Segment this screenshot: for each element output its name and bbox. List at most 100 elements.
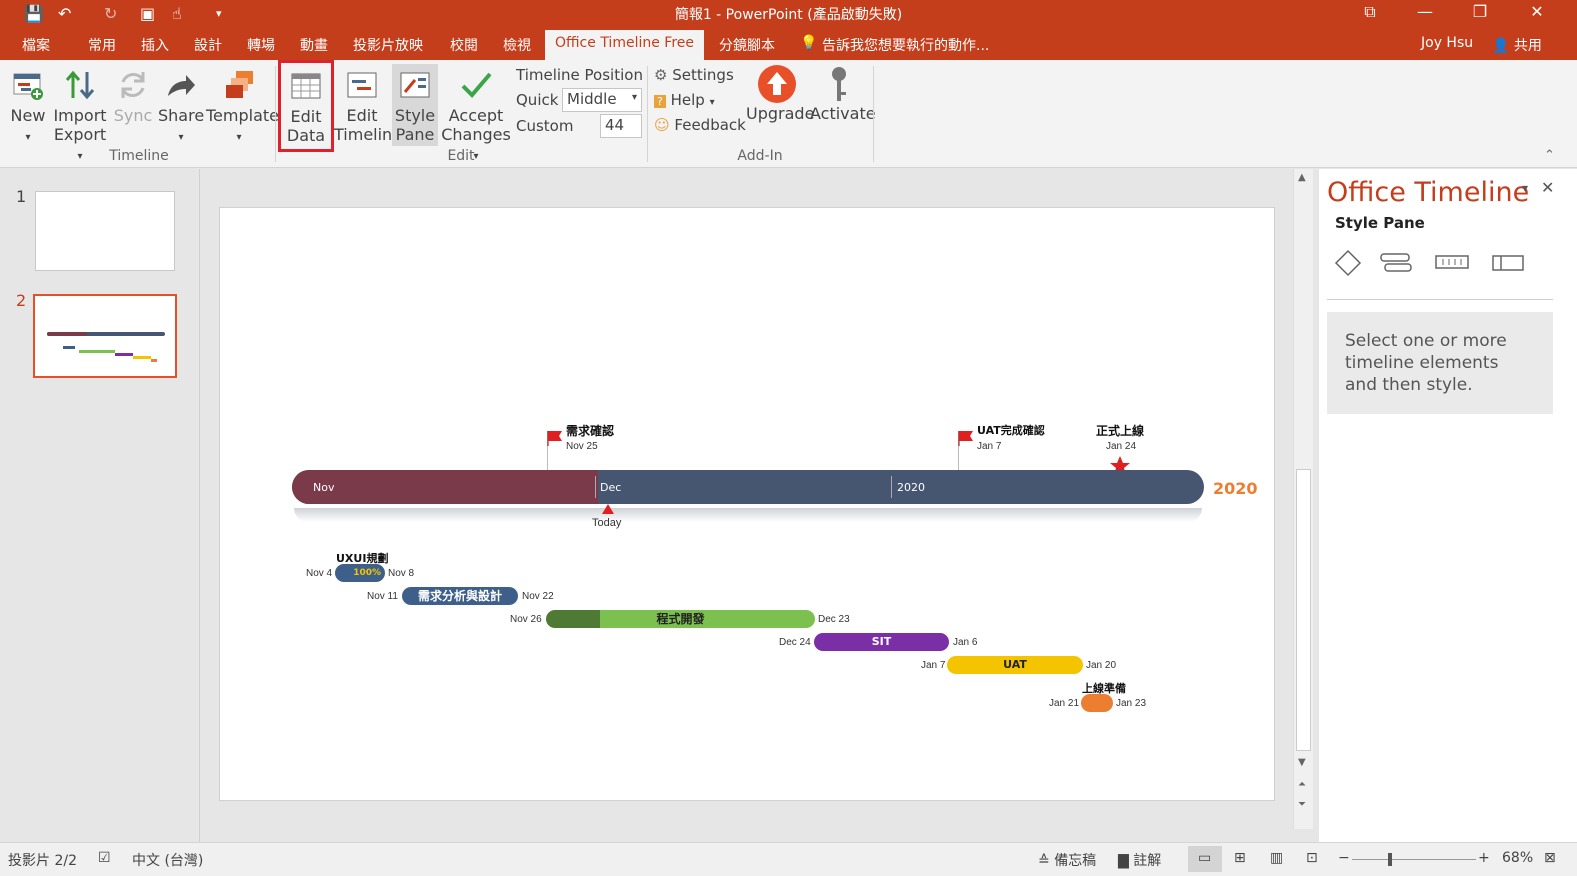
thumbnail-task (79, 350, 115, 353)
slide-number: 1 (16, 187, 27, 206)
task-style-icon[interactable] (1379, 251, 1413, 275)
milestone-title[interactable]: 需求確認 (566, 422, 614, 439)
tab-animations[interactable]: 動畫 (300, 35, 328, 55)
milestone-date: Jan 24 (1106, 441, 1137, 452)
ribbon-tab-bar: 檔案 常用 插入 設計 轉場 動畫 投影片放映 校閱 檢視 Office Tim… (0, 30, 1577, 60)
timeband-style-icon[interactable] (1434, 253, 1470, 273)
notes-button[interactable]: ≙ 備忘稿 (1038, 850, 1096, 870)
edit-timeline-label-1: Edit (346, 106, 378, 125)
template-button[interactable]: Template ▾ (206, 68, 279, 147)
person-icon: 👤 (1492, 38, 1510, 54)
close-icon[interactable]: ✕ (1517, 2, 1557, 21)
month-label: Nov (313, 481, 335, 494)
edit-data-label-1: Edit (290, 107, 322, 126)
task-bar[interactable]: SIT (814, 633, 949, 651)
tell-me-box[interactable]: 告訴我您想要執行的動作... (822, 35, 989, 55)
milestone-title[interactable]: 正式上線 (1096, 422, 1144, 439)
slide-thumbnail-2[interactable] (33, 294, 177, 378)
tab-storyboard[interactable]: 分鏡腳本 (719, 35, 775, 55)
slide-number: 2 (16, 291, 27, 310)
thumbnail-timeline-past (47, 332, 87, 336)
tab-file[interactable]: 檔案 (22, 35, 50, 55)
minimize-icon[interactable]: — (1405, 2, 1445, 21)
task-bar[interactable]: 程式開發 (546, 610, 815, 628)
style-pane-icon (400, 72, 430, 98)
previous-slide-icon[interactable]: ⏶ (1298, 779, 1306, 790)
pane-close-icon[interactable]: ✕ (1541, 178, 1554, 197)
vertical-scrollbar[interactable]: ▲ ▼ ⏶ ⏷ (1293, 169, 1313, 829)
sync-button[interactable]: Sync (110, 68, 156, 125)
ribbon-display-icon[interactable]: ⧉ (1350, 2, 1390, 22)
group-label-addin: Add-In (737, 148, 783, 164)
slide-canvas[interactable]: 需求確認 Nov 25 UAT完成確認 Jan 7 正式上線 Jan 24 No… (219, 207, 1275, 801)
share-timeline-button[interactable]: Share ▾ (158, 68, 204, 147)
year-label: 2020 (1213, 479, 1258, 498)
pane-options-icon[interactable]: ▾ (1522, 181, 1528, 195)
comments-label: 註解 (1133, 853, 1162, 869)
tab-slideshow[interactable]: 投影片放映 (353, 35, 423, 55)
quick-position-select[interactable]: Middle ▾ (562, 88, 642, 112)
task-bar[interactable]: 100% (335, 564, 385, 582)
month-divider (891, 476, 892, 498)
custom-position-input[interactable]: 44 (600, 114, 642, 138)
tab-insert[interactable]: 插入 (141, 35, 169, 55)
share-button[interactable]: 👤 共用 (1492, 35, 1542, 55)
edit-data-button[interactable]: Edit Data (278, 60, 334, 152)
scroll-up-icon[interactable]: ▲ (1298, 172, 1306, 183)
language-indicator[interactable]: 中文 (台灣) (132, 850, 203, 870)
tab-transitions[interactable]: 轉場 (247, 35, 275, 55)
collapse-ribbon-icon[interactable]: ⌃ (1544, 148, 1555, 163)
task-bar[interactable]: 需求分析與設計 (402, 587, 518, 605)
activate-button[interactable]: Activate (810, 64, 876, 123)
restore-icon[interactable]: ❐ (1460, 2, 1500, 21)
slide-thumbnail-1[interactable] (35, 191, 175, 271)
zoom-out-icon[interactable]: − (1338, 850, 1350, 866)
tab-home[interactable]: 常用 (88, 35, 116, 55)
upgrade-button[interactable]: Upgrade (746, 64, 814, 123)
swimlane-style-icon[interactable] (1491, 253, 1525, 273)
help-button[interactable]: ? Help ▾ (654, 91, 715, 109)
normal-view-icon: ▭ (1198, 850, 1212, 866)
group-separator (647, 66, 648, 162)
settings-button[interactable]: ⚙ Settings (654, 66, 734, 84)
new-button[interactable]: New ▾ (6, 68, 50, 147)
template-icon (226, 71, 253, 98)
zoom-level[interactable]: 68% (1502, 850, 1533, 866)
style-pane-button[interactable]: Style Pane (392, 64, 438, 146)
today-marker-icon (602, 504, 614, 514)
edit-timeline-button[interactable]: Edit Timeline (334, 68, 402, 144)
title-bar: 💾 ↶ ↻ ▣ ☝ ▾ 簡報1 - PowerPoint (產品啟動失敗) ⧉ … (0, 0, 1577, 30)
group-separator (275, 66, 276, 162)
help-label: Help (670, 91, 705, 109)
milestone-title[interactable]: UAT完成確認 (977, 422, 1045, 438)
next-slide-icon[interactable]: ⏷ (1298, 799, 1306, 810)
milestone-style-icon[interactable] (1334, 249, 1362, 277)
tab-design[interactable]: 設計 (194, 35, 222, 55)
month-label: 2020 (897, 481, 925, 494)
tab-view[interactable]: 檢視 (503, 35, 531, 55)
flag-icon[interactable] (547, 430, 565, 446)
scroll-down-icon[interactable]: ▼ (1298, 757, 1306, 768)
user-name[interactable]: Joy Hsu (1421, 35, 1473, 51)
task-bar[interactable] (1081, 694, 1113, 712)
edit-data-label-2: Data (286, 126, 326, 145)
group-label-timeline: Timeline (109, 148, 169, 164)
tab-review[interactable]: 校閱 (450, 35, 478, 55)
chevron-down-icon: ▾ (631, 92, 637, 103)
slideshow-icon[interactable]: ⊡ (1306, 850, 1318, 866)
tab-office-timeline[interactable]: Office Timeline Free (545, 30, 705, 60)
reading-view-icon[interactable]: ▥ (1270, 850, 1283, 866)
sync-icon (121, 72, 145, 98)
task-bar[interactable]: UAT (947, 656, 1083, 674)
zoom-slider-thumb[interactable] (1388, 853, 1392, 866)
zoom-slider[interactable] (1352, 859, 1476, 860)
comments-button[interactable]: ▇ 註解 (1118, 850, 1161, 870)
spellcheck-icon[interactable]: ☑ (98, 850, 111, 866)
template-label: Template (206, 106, 280, 125)
zoom-in-icon[interactable]: + (1478, 850, 1490, 866)
fit-slide-icon[interactable]: ⊠ (1544, 850, 1556, 866)
feedback-button[interactable]: ☺ Feedback (654, 116, 746, 134)
scrollbar-thumb[interactable] (1296, 469, 1311, 751)
slide-sorter-icon[interactable]: ⊞ (1234, 850, 1246, 866)
flag-icon[interactable] (958, 430, 976, 446)
